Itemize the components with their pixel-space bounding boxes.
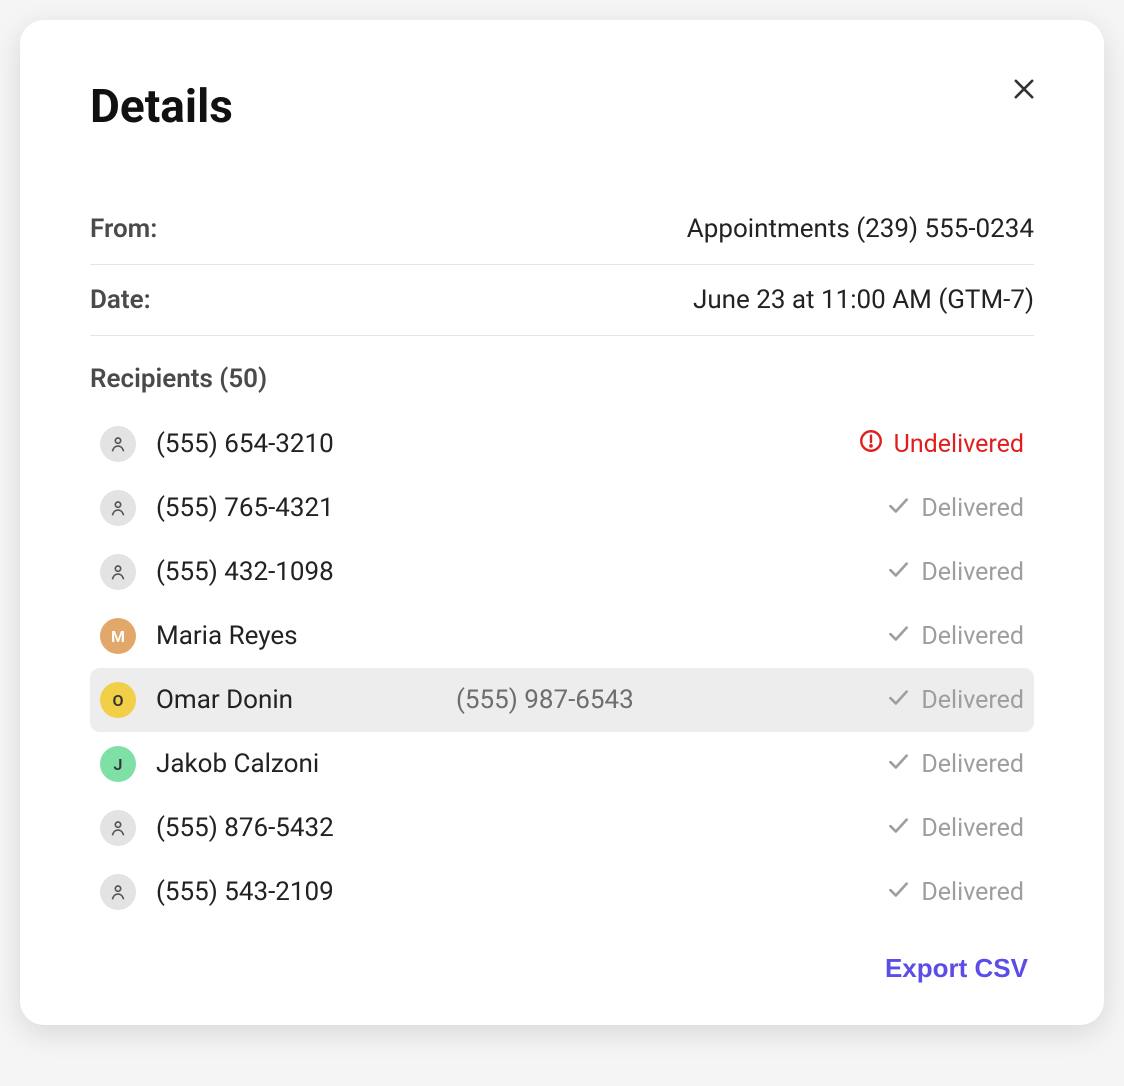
recipient-row[interactable]: (555) 654-3210 Undelivered [90,412,1034,476]
person-icon [100,426,136,462]
check-icon [885,556,911,589]
date-label: Date: [90,285,151,315]
status-badge: Delivered [885,492,1024,525]
recipient-row[interactable]: O Omar Donin(555) 987-6543 Delivered [90,668,1034,732]
person-icon [100,874,136,910]
check-icon [885,620,911,653]
modal-footer: Export CSV [90,922,1034,985]
status-badge: Delivered [885,748,1024,781]
check-icon [885,812,911,845]
from-label: From: [90,214,157,244]
status-label: Delivered [921,622,1024,651]
close-button[interactable] [1004,70,1044,110]
status-label: Delivered [921,686,1024,715]
status-badge: Delivered [885,812,1024,845]
check-icon [885,684,911,717]
status-label: Delivered [921,750,1024,779]
person-icon [100,810,136,846]
status-badge: Delivered [885,876,1024,909]
person-icon [100,490,136,526]
recipient-name: Maria Reyes [156,621,456,651]
recipient-name: Omar Donin [156,685,456,715]
recipient-name: (555) 765-4321 [156,493,456,523]
status-badge: Undelivered [858,428,1024,461]
status-badge: Delivered [885,556,1024,589]
recipient-row[interactable]: (555) 876-5432 Delivered [90,796,1034,860]
details-modal: Details From: Appointments (239) 555-023… [20,20,1104,1025]
status-label: Delivered [921,494,1024,523]
recipient-row[interactable]: J Jakob Calzoni Delivered [90,732,1034,796]
status-label: Delivered [921,558,1024,587]
avatar-initial: O [100,682,136,718]
recipient-name: (555) 543-2109 [156,877,456,907]
avatar-initial: M [100,618,136,654]
status-label: Delivered [921,814,1024,843]
check-icon [885,876,911,909]
recipient-name: (555) 876-5432 [156,813,456,843]
status-label: Delivered [921,878,1024,907]
recipient-row[interactable]: (555) 432-1098 Delivered [90,540,1034,604]
recipient-name: Jakob Calzoni [156,749,456,779]
check-icon [885,748,911,781]
close-icon [1010,75,1038,106]
date-row: Date: June 23 at 11:00 AM (GTM-7) [90,265,1034,336]
person-icon [100,554,136,590]
recipients-list-inner: (555) 654-3210 Undelivered (555) 765-4321 D… [90,412,1034,922]
check-icon [885,492,911,525]
recipient-row[interactable]: (555) 765-4321 Delivered [90,476,1034,540]
recipient-phone: (555) 987-6543 [456,685,885,715]
recipient-name: (555) 654-3210 [156,429,456,459]
recipient-name: (555) 432-1098 [156,557,456,587]
status-label: Undelivered [894,430,1024,459]
recipients-header: Recipients (50) [90,336,1034,412]
export-csv-button[interactable]: Export CSV [879,952,1034,985]
recipient-row[interactable]: (555) 543-2109 Delivered [90,860,1034,922]
status-badge: Delivered [885,684,1024,717]
status-badge: Delivered [885,620,1024,653]
from-row: From: Appointments (239) 555-0234 [90,194,1034,265]
recipient-row[interactable]: M Maria Reyes Delivered [90,604,1034,668]
alert-circle-icon [858,428,884,461]
avatar-initial: J [100,746,136,782]
recipients-list: (555) 654-3210 Undelivered (555) 765-4321 D… [90,412,1034,922]
from-value: Appointments (239) 555-0234 [687,214,1034,244]
page-title: Details [90,80,1034,134]
date-value: June 23 at 11:00 AM (GTM-7) [693,285,1034,315]
